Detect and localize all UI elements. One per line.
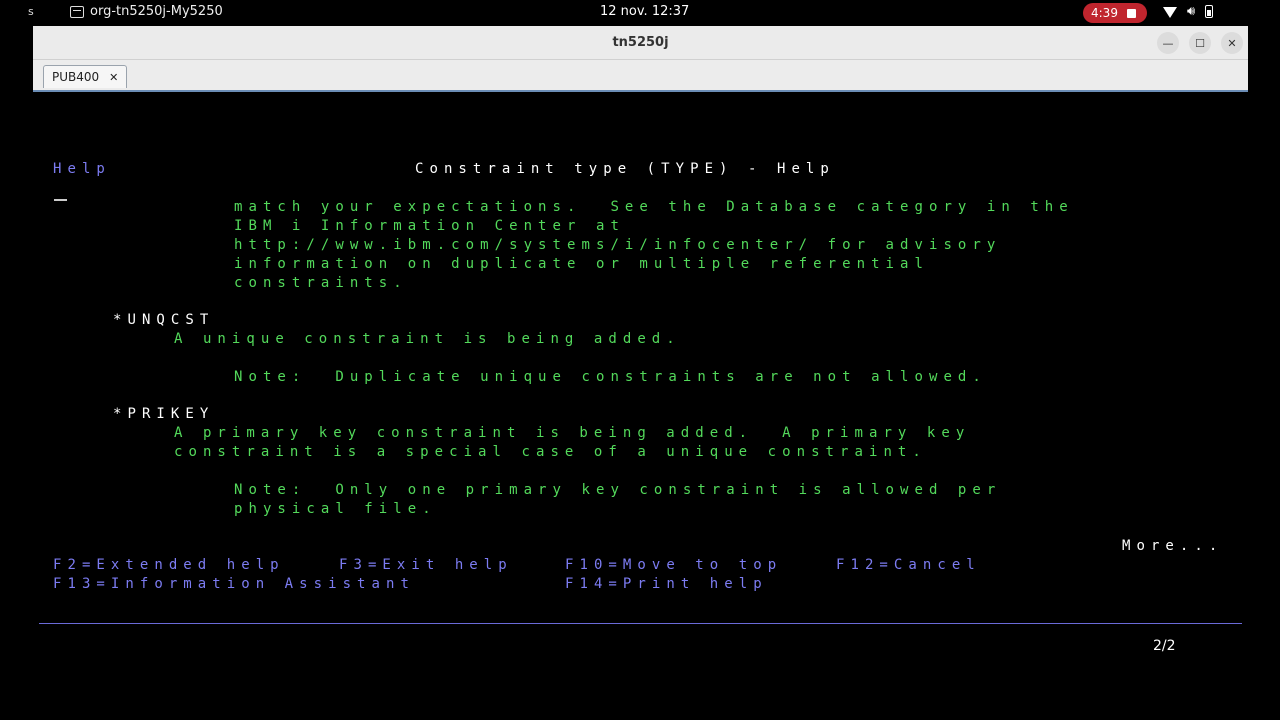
maximize-icon: ☐: [1195, 36, 1205, 50]
fkey-f3[interactable]: F3=Exit help: [339, 556, 513, 575]
fkey-f13[interactable]: F13=Information Assistant: [53, 575, 415, 594]
help-line: http://www.ibm.com/systems/i/infocenter/…: [234, 237, 1002, 253]
text-cursor: [54, 199, 67, 201]
stop-recording-icon[interactable]: [1126, 8, 1136, 18]
maximize-button[interactable]: ☐: [1189, 32, 1211, 54]
prikey-description: A primary key constraint is being added.…: [174, 425, 971, 441]
screen-recording-indicator[interactable]: 4:39: [1083, 3, 1147, 23]
recording-time: 4:39: [1091, 6, 1118, 20]
screen-header-help: Help: [53, 161, 111, 177]
close-icon: ✕: [1227, 36, 1237, 50]
active-app-name: org-tn5250j-My5250: [90, 4, 223, 19]
minimize-icon: —: [1162, 36, 1174, 50]
help-line: information on duplicate or multiple ref…: [234, 256, 929, 272]
tn5250j-window: tn5250j — ☐ ✕ PUB400 ✕ Help Constraint t…: [33, 26, 1248, 720]
keyword-prikey: *PRIKEY: [113, 406, 215, 422]
wifi-icon: [1163, 7, 1177, 18]
workspace-indicator: s: [28, 5, 34, 18]
app-window-icon: [70, 5, 84, 18]
fkey-f12[interactable]: F12=Cancel: [836, 556, 981, 575]
fkey-f2[interactable]: F2=Extended help: [53, 556, 285, 575]
fkey-f14[interactable]: F14=Print help: [565, 575, 768, 594]
keyword-unqcst: *UNQCST: [113, 312, 215, 328]
terminal-screen[interactable]: Help Constraint type (TYPE) - Help match…: [33, 92, 1248, 720]
clock[interactable]: 12 nov. 12:37: [600, 4, 689, 19]
battery-icon: [1205, 5, 1214, 18]
prikey-description: constraint is a special case of a unique…: [174, 444, 927, 460]
help-line: constraints.: [234, 275, 408, 291]
close-button[interactable]: ✕: [1221, 32, 1243, 54]
prikey-note: physical file.: [234, 501, 437, 517]
active-app-menu[interactable]: org-tn5250j-My5250: [70, 4, 223, 19]
status-separator: [39, 623, 1242, 624]
tab-label: PUB400: [52, 70, 100, 84]
page-indicator: 2/2: [1153, 638, 1176, 654]
help-line: match your expectations. See the Databas…: [234, 199, 1074, 215]
screen-title: Constraint type (TYPE) - Help: [415, 161, 835, 177]
prikey-note: Note: Only one primary key constraint is…: [234, 482, 1002, 498]
window-title: tn5250j: [612, 35, 669, 50]
unqcst-note: Note: Duplicate unique constraints are n…: [234, 369, 987, 385]
window-titlebar[interactable]: tn5250j — ☐ ✕: [33, 26, 1248, 60]
session-tab-strip: PUB400 ✕: [33, 60, 1248, 91]
unqcst-description: A unique constraint is being added.: [174, 331, 681, 347]
fkey-f10[interactable]: F10=Move to top: [565, 556, 782, 575]
help-line: IBM i Information Center at: [234, 218, 625, 234]
tab-pub400[interactable]: PUB400 ✕: [43, 65, 128, 88]
system-status-area[interactable]: 🔊︎: [1163, 4, 1214, 19]
more-indicator: More...: [1122, 538, 1224, 554]
minimize-button[interactable]: —: [1157, 32, 1179, 54]
tab-close-icon[interactable]: ✕: [109, 71, 118, 84]
volume-icon: 🔊︎: [1187, 4, 1196, 19]
system-top-bar: s org-tn5250j-My5250 12 nov. 12:37 4:39 …: [0, 0, 1280, 26]
